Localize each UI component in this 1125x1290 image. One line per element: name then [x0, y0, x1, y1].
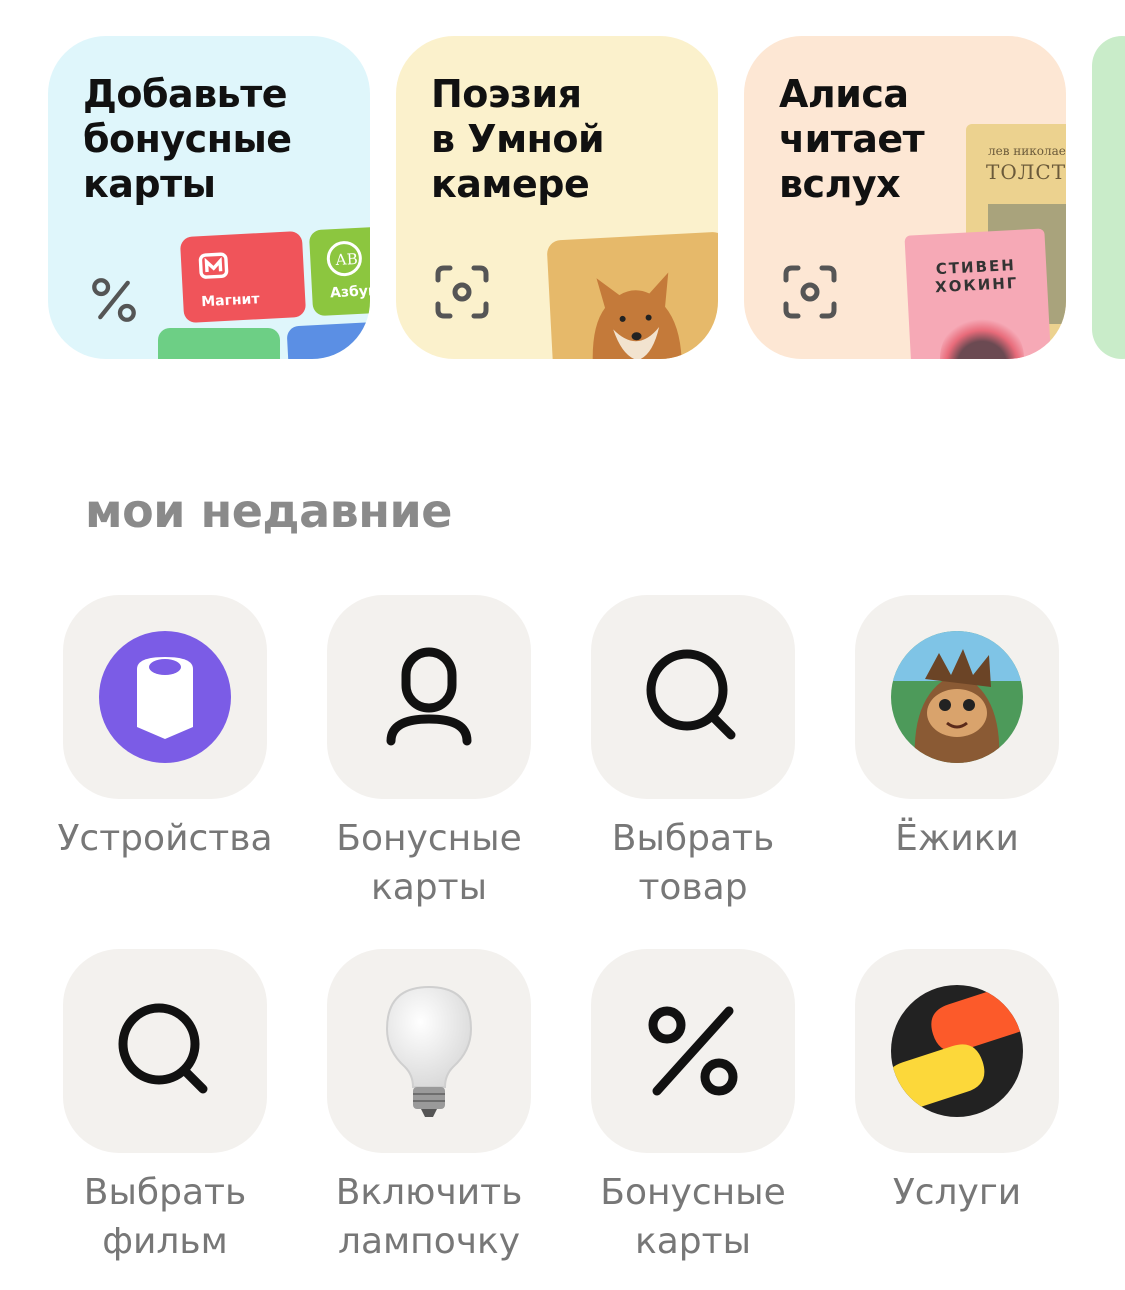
recent-item-choose-movie[interactable]: [63, 949, 267, 1153]
recent-item-label: Услуги: [892, 1172, 1022, 1213]
recent-item-label: Ёжики: [895, 818, 1019, 859]
recent-item-label: Бонусные карты: [336, 818, 522, 908]
magnit-card: Магнит: [179, 230, 307, 324]
azbuka-card: АВ Азбука: [308, 225, 370, 317]
recent-item-bonus-cards[interactable]: [327, 595, 531, 799]
book-title: ТОЛСТО: [986, 160, 1066, 184]
percent-icon: [648, 1006, 738, 1096]
promo-card-alice-reads[interactable]: Алиса читает вслух лев николаев ТОЛСТО С…: [744, 36, 1066, 359]
person-icon: [386, 647, 472, 746]
recent-item-label: Бонусные карты: [600, 1172, 786, 1262]
recent-section-title: мои недавние: [85, 484, 452, 538]
hedgehog-avatar-icon: [891, 631, 1023, 763]
recent-item-label: Выбрать фильм: [83, 1172, 247, 1262]
dog-photo-card: [546, 231, 718, 359]
device-icon: [99, 631, 231, 763]
blue-card: [286, 321, 370, 359]
recent-item-label: Выбрать товар: [611, 818, 775, 908]
book-author: лев николаев: [988, 144, 1066, 158]
dog-image: [592, 272, 682, 359]
promo-card-next[interactable]: [1092, 36, 1125, 359]
recent-item-devices[interactable]: [63, 595, 267, 799]
promo-card-title: Поэзия в Умной камере: [431, 72, 605, 206]
recent-item-services[interactable]: [855, 949, 1059, 1153]
camera-scan-icon: [435, 265, 489, 319]
camera-scan-icon: [783, 265, 837, 319]
magnit-label: Магнит: [200, 291, 260, 311]
recent-item-label: Включить лампочку: [335, 1172, 523, 1262]
promo-card-title: Добавьте бонусные карты: [83, 72, 292, 206]
svg-text:АВ: АВ: [335, 250, 358, 269]
percent-icon: [92, 278, 136, 322]
green-card: [158, 328, 280, 359]
recent-item-label: Устройства: [57, 818, 273, 859]
promo-card-title: Алиса читает вслух: [779, 72, 925, 206]
search-icon: [118, 1003, 208, 1094]
promo-card-poetry-camera[interactable]: Поэзия в Умной камере: [396, 36, 718, 359]
azbuka-label: Азбука: [329, 282, 370, 302]
book-title: СТИВЕН ХОКИНГ: [934, 255, 1019, 297]
lightbulb-icon: [385, 985, 473, 1117]
promo-card-bonus-cards[interactable]: Добавьте бонусные карты Магнит АВ Азбука: [48, 36, 370, 359]
recent-item-turn-on-lamp[interactable]: [327, 949, 531, 1153]
recent-item-choose-product[interactable]: [591, 595, 795, 799]
recent-item-hedgehogs[interactable]: [855, 595, 1059, 799]
services-logo-icon: [891, 985, 1023, 1117]
recent-item-bonus-cards-2[interactable]: [591, 949, 795, 1153]
magnit-logo-icon: [198, 252, 229, 279]
azbuka-logo-icon: АВ: [326, 241, 362, 277]
search-icon: [646, 649, 736, 740]
